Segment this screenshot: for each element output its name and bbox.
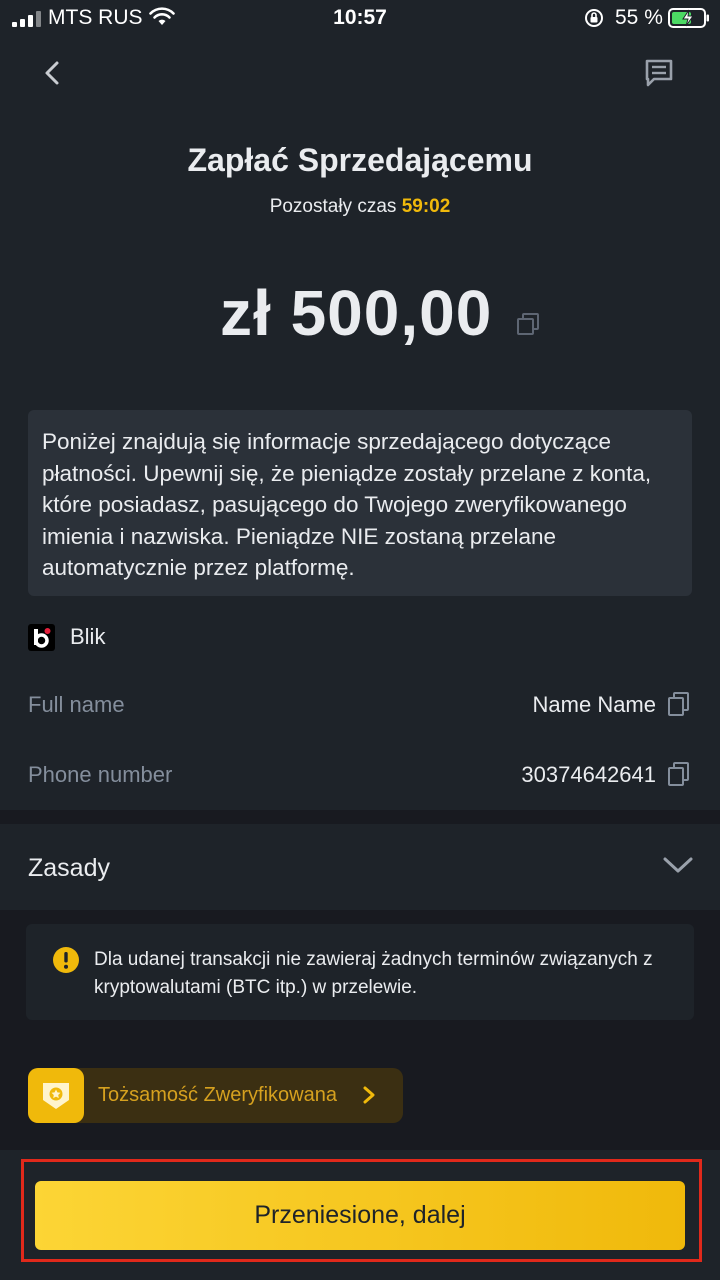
verified-label: Tożsamość Zweryfikowana [98,1084,337,1106]
timer-value: 59:02 [401,196,451,217]
verified-badge-icon-box [28,1068,84,1123]
battery-percent: 55 % [615,6,663,29]
warning-text: Dla udanej transakcji nie zawieraj żadny… [94,949,653,998]
rules-label: Zasady [28,854,110,882]
rotation-lock-icon [585,9,603,27]
chat-icon[interactable] [643,57,675,89]
full-name-value: Name Name [532,692,656,717]
transferred-next-button[interactable]: Przeniesione, dalej [35,1181,685,1250]
copy-full-name-icon[interactable] [668,692,690,716]
timer-row: Pozostały czas 59:02 [0,196,720,218]
full-name-label: Full name [28,692,125,717]
clock: 10:57 [333,6,387,29]
phone-number-label: Phone number [28,762,173,787]
chevron-right-icon [363,1086,375,1104]
blik-logo-icon [28,624,55,651]
chevron-down-icon [663,857,693,873]
copy-icon[interactable] [516,312,540,336]
payment-info-box: Poniżej znajdują się informacje sprzedaj… [28,410,692,596]
phone-number-value: 30374642641 [521,762,656,787]
payment-info-text: Poniżej znajdują się informacje sprzedaj… [42,429,652,580]
payment-amount: zł 500,00 [220,277,493,349]
section-divider [0,810,720,824]
rules-body: Dla udanej transakcji nie zawieraj żadny… [0,910,720,1050]
battery-charging-icon [668,8,709,28]
page-title: Zapłać Sprzedającemu [187,142,533,178]
back-arrow-icon[interactable] [38,58,68,88]
rules-accordion[interactable]: Zasady [0,824,720,910]
timer-label: Pozostały czas [269,196,397,217]
identity-verified-badge[interactable]: Tożsamość Zweryfikowana [28,1068,403,1123]
payment-method-label: Blik [70,624,106,649]
shield-star-icon [43,1083,69,1109]
status-bar: MTS RUS 10:57 55 % [0,0,720,40]
warning-box: Dla udanej transakcji nie zawieraj żadny… [26,924,694,1020]
warning-icon [53,947,79,973]
copy-phone-number-icon[interactable] [668,762,690,786]
